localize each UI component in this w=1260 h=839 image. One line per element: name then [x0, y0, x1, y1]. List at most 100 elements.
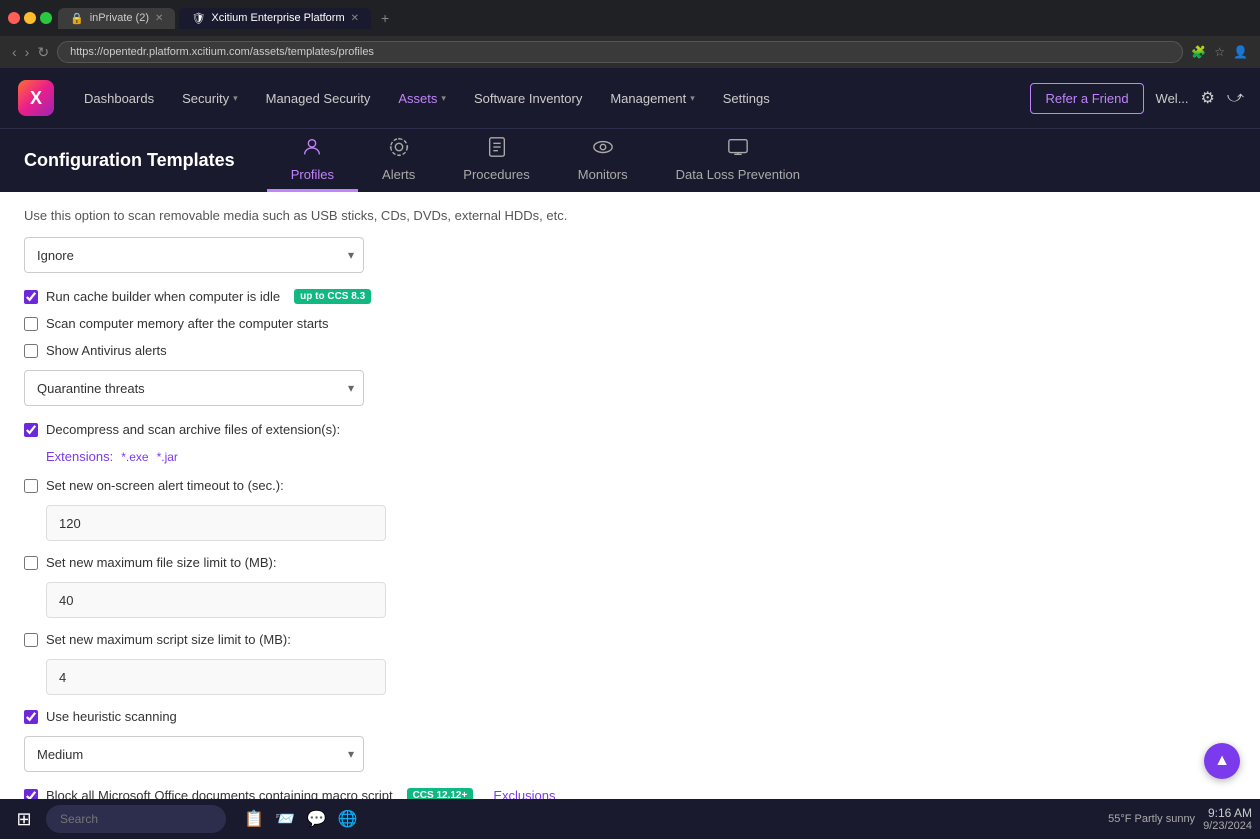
tab-monitors[interactable]: Monitors [554, 129, 652, 192]
sub-nav-tabs: Profiles Alerts Procedures [267, 129, 824, 192]
macro-row: Block all Microsoft Office documents con… [24, 788, 676, 799]
forward-button[interactable]: › [25, 44, 30, 60]
chevron-down-icon: ▾ [233, 93, 238, 104]
max-filesize-label: Set new maximum file size limit to (MB): [46, 555, 276, 570]
run-cache-label: Run cache builder when computer is idle [46, 289, 280, 304]
taskbar-right: 55°F Partly sunny 9:16 AM 9/23/2024 [1108, 806, 1252, 832]
extensions-icon[interactable]: 🧩 [1191, 45, 1206, 59]
tab-favicon: 🛡 [191, 12, 205, 25]
heuristic-select[interactable]: Low Medium High [24, 736, 364, 772]
tab-alerts[interactable]: Alerts [358, 129, 439, 192]
refer-friend-button[interactable]: Refer a Friend [1030, 83, 1143, 114]
exclusions-link[interactable]: Exclusions [493, 788, 555, 799]
extension-exe: *.exe [121, 450, 148, 464]
scan-memory-label: Scan computer memory after the computer … [46, 316, 329, 331]
browser-chrome: 🔒 inPrivate (2) ✕ 🛡 Xcitium Enterprise P… [0, 0, 1260, 36]
address-input[interactable] [57, 41, 1183, 63]
task-icon-4[interactable]: 🌐 [338, 811, 358, 828]
tab-procedures[interactable]: Procedures [439, 129, 553, 192]
app-logo[interactable]: X [16, 78, 56, 118]
removable-media-subtitle: Use this option to scan removable media … [24, 208, 676, 223]
max-scriptsize-row: Set new maximum script size limit to (MB… [24, 632, 676, 647]
nav-item-managed-security[interactable]: Managed Security [254, 83, 383, 114]
heuristic-checkbox[interactable] [24, 710, 38, 724]
taskbar-apps: 📋 📨 💬 🌐 [240, 809, 362, 829]
scroll-top-button[interactable]: ▲ [1204, 743, 1240, 779]
reload-button[interactable]: ↻ [37, 44, 49, 61]
welcome-text: Wel... [1156, 91, 1189, 106]
app-navbar: X Dashboards Security ▾ Managed Security… [0, 68, 1260, 128]
quarantine-dropdown-row: Quarantine threats Block Ignore Report o… [24, 370, 676, 406]
quarantine-select[interactable]: Quarantine threats Block Ignore Report o… [24, 370, 364, 406]
max-scriptsize-input[interactable] [46, 659, 386, 695]
heuristic-row: Use heuristic scanning [24, 709, 676, 724]
window-controls [8, 12, 52, 24]
settings-icon[interactable]: ⚙ [1201, 88, 1215, 108]
alert-timeout-row: Set new on-screen alert timeout to (sec.… [24, 478, 676, 493]
alert-timeout-input-row [46, 505, 676, 541]
scan-removable-dropdown-row: Ignore Scan Block ▾ [24, 237, 676, 273]
maximize-dot[interactable] [40, 12, 52, 24]
profiles-icon [301, 136, 323, 163]
ccs-badge-macro: CCS 12.12+ [407, 788, 474, 799]
chevron-down-icon: ▾ [690, 93, 695, 104]
content-inner: Use this option to scan removable media … [0, 192, 700, 799]
max-scriptsize-label: Set new maximum script size limit to (MB… [46, 632, 291, 647]
nav-item-management[interactable]: Management ▾ [598, 83, 706, 114]
tab-data-loss[interactable]: Data Loss Prevention [652, 129, 824, 192]
max-filesize-input[interactable] [46, 582, 386, 618]
alert-timeout-input[interactable] [46, 505, 386, 541]
tab-close-active-icon[interactable]: ✕ [351, 13, 359, 24]
page-title: Configuration Templates [24, 129, 267, 192]
extensions-row: Extensions: *.exe *.jar [46, 449, 676, 464]
tab-close-icon[interactable]: ✕ [155, 13, 163, 24]
scan-memory-checkbox[interactable] [24, 317, 38, 331]
taskbar: ⊞ 📋 📨 💬 🌐 55°F Partly sunny 9:16 AM 9/23… [0, 799, 1260, 839]
tab-label: Xcitium Enterprise Platform [211, 12, 344, 24]
show-alerts-checkbox[interactable] [24, 344, 38, 358]
new-tab-button[interactable]: + [375, 10, 395, 26]
nav-item-settings[interactable]: Settings [711, 83, 782, 114]
nav-item-assets[interactable]: Assets ▾ [386, 83, 458, 114]
address-bar: ‹ › ↻ 🧩 ☆ 👤 [0, 36, 1260, 68]
scan-removable-select[interactable]: Ignore Scan Block [24, 237, 364, 273]
nav-item-software-inventory[interactable]: Software Inventory [462, 83, 594, 114]
back-button[interactable]: ‹ [12, 44, 17, 60]
extensions-label: Extensions: [46, 449, 113, 464]
browser-tab-inprivate[interactable]: 🔒 inPrivate (2) ✕ [58, 8, 175, 29]
weather-info: 55°F Partly sunny [1108, 813, 1195, 825]
browser-tab-xcitium[interactable]: 🛡 Xcitium Enterprise Platform ✕ [179, 8, 371, 29]
sub-navbar: Configuration Templates Profiles Alerts [0, 128, 1260, 192]
macro-block-checkbox[interactable] [24, 789, 38, 800]
show-alerts-label: Show Antivirus alerts [46, 343, 167, 358]
tab-profiles[interactable]: Profiles [267, 129, 358, 192]
tab-favicon: 🔒 [70, 12, 84, 25]
start-button[interactable]: ⊞ [8, 803, 40, 835]
close-dot[interactable] [8, 12, 20, 24]
nav-item-dashboards[interactable]: Dashboards [72, 83, 166, 114]
taskbar-clock: 9:16 AM 9/23/2024 [1203, 806, 1252, 832]
profile-icon[interactable]: 👤 [1233, 45, 1248, 59]
task-icon-1[interactable]: 📋 [244, 811, 264, 828]
quarantine-select-wrapper: Quarantine threats Block Ignore Report o… [24, 370, 364, 406]
decompress-checkbox[interactable] [24, 423, 38, 437]
nav-item-security[interactable]: Security ▾ [170, 83, 250, 114]
taskbar-search-input[interactable] [46, 805, 226, 833]
alerts-icon [388, 136, 410, 163]
decompress-row: Decompress and scan archive files of ext… [24, 422, 676, 437]
task-icon-2[interactable]: 📨 [275, 811, 295, 828]
browser-tabs: 🔒 inPrivate (2) ✕ 🛡 Xcitium Enterprise P… [58, 8, 1252, 29]
task-icon-3[interactable]: 💬 [307, 811, 327, 828]
run-cache-row: Run cache builder when computer is idle … [24, 289, 676, 304]
run-cache-checkbox[interactable] [24, 290, 38, 304]
alert-timeout-checkbox[interactable] [24, 479, 38, 493]
max-scriptsize-input-row [46, 659, 676, 695]
max-scriptsize-checkbox[interactable] [24, 633, 38, 647]
logout-icon[interactable]: ⤻ [1227, 89, 1244, 107]
bookmark-icon[interactable]: ☆ [1214, 45, 1225, 59]
heuristic-label: Use heuristic scanning [46, 709, 177, 724]
max-filesize-checkbox[interactable] [24, 556, 38, 570]
logo-icon: X [18, 80, 54, 116]
minimize-dot[interactable] [24, 12, 36, 24]
max-filesize-row: Set new maximum file size limit to (MB): [24, 555, 676, 570]
